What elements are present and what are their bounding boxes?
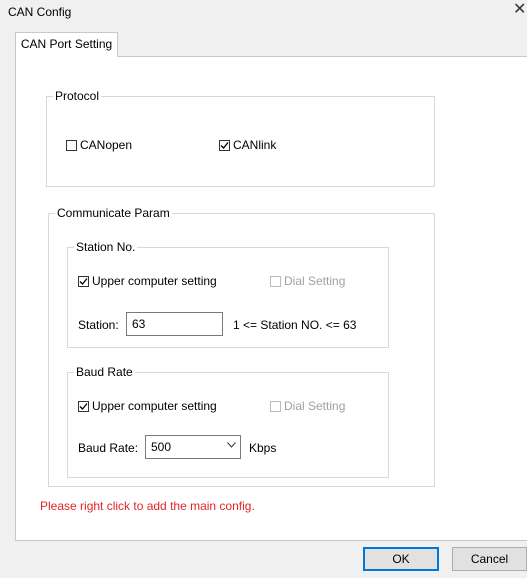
baud-upper-label: Upper computer setting (92, 399, 217, 413)
check-icon (79, 277, 88, 285)
baud-rate-select[interactable]: 500 (145, 435, 241, 459)
warning-message: Please right click to add the main confi… (40, 499, 255, 513)
canopen-label: CANopen (80, 138, 133, 152)
baud-upper-box[interactable] (78, 400, 89, 412)
baud-rate-value: 500 (151, 440, 172, 454)
tab-panel: Protocol CANopen CANlink Communicate Par… (15, 56, 527, 541)
station-label: Station: (78, 318, 119, 332)
station-input[interactable]: 63 (126, 312, 223, 336)
canopen-checkbox[interactable]: CANopen (66, 138, 132, 152)
communicate-param-group: Communicate Param Station No. Upper comp… (48, 206, 435, 487)
window-title: CAN Config (8, 5, 72, 19)
station-dial-setting-checkbox: Dial Setting (270, 274, 345, 288)
ok-button[interactable]: OK (363, 547, 439, 571)
check-icon (79, 402, 88, 410)
baud-rate-legend: Baud Rate (76, 365, 133, 379)
chevron-down-icon[interactable] (227, 441, 236, 451)
station-legend: Station No. (76, 240, 136, 254)
canlink-box[interactable] (219, 139, 230, 151)
station-upper-box[interactable] (78, 275, 89, 287)
baud-unit: Kbps (249, 441, 277, 455)
communicate-param-legend: Communicate Param (57, 206, 170, 220)
check-icon (220, 141, 229, 149)
station-range-hint: 1 <= Station NO. <= 63 (233, 318, 357, 332)
canlink-label: CANlink (233, 138, 277, 152)
station-upper-label: Upper computer setting (92, 274, 217, 288)
baud-dial-box (270, 400, 281, 412)
canlink-checkbox[interactable]: CANlink (219, 138, 276, 152)
station-dial-label: Dial Setting (284, 274, 346, 288)
baud-dial-setting-checkbox: Dial Setting (270, 399, 345, 413)
canopen-box[interactable] (66, 139, 77, 151)
baud-dial-label: Dial Setting (284, 399, 346, 413)
baud-rate-group: Baud Rate Upper computer setting Dial Se… (67, 365, 389, 478)
protocol-legend: Protocol (55, 89, 100, 103)
baud-rate-label: Baud Rate: (78, 441, 139, 455)
protocol-group: Protocol CANopen CANlink (46, 89, 435, 187)
tab-can-port-setting[interactable]: CAN Port Setting (15, 32, 118, 57)
baud-upper-setting-checkbox[interactable]: Upper computer setting (78, 399, 217, 413)
station-upper-setting-checkbox[interactable]: Upper computer setting (78, 274, 217, 288)
close-icon[interactable]: ✕ (513, 2, 526, 18)
station-group: Station No. Upper computer setting Dial … (67, 240, 389, 348)
station-dial-box (270, 275, 281, 287)
cancel-button[interactable]: Cancel (452, 547, 527, 571)
